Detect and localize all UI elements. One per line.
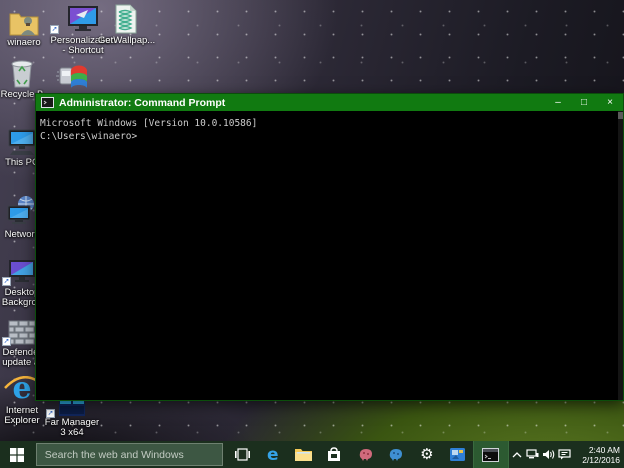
volume-tray-button[interactable] <box>541 441 557 468</box>
command-prompt-taskbar-button[interactable] <box>472 441 509 468</box>
maximize-button[interactable]: □ <box>571 94 597 111</box>
ethernet-network-icon <box>526 449 539 459</box>
photos-taskbar-button[interactable] <box>442 441 473 468</box>
window-title: Administrator: Command Prompt <box>59 96 226 109</box>
console-text: Microsoft Windows [Version 10.0.10586] C… <box>36 111 623 143</box>
pinned-app-pink-button[interactable] <box>350 441 381 468</box>
scroll-up-arrow-icon[interactable] <box>618 112 623 119</box>
desktop-icon-getwallpaper[interactable]: GetWallpap... <box>98 4 156 46</box>
pinned-app-blue-icon <box>390 449 403 461</box>
pinned-app-pink-icon <box>359 449 372 461</box>
shortcut-arrow-icon: ➚ <box>50 25 59 34</box>
window-titlebar[interactable]: Administrator: Command Prompt – □ × <box>36 94 623 111</box>
script-file-icon <box>98 4 152 34</box>
close-button[interactable]: × <box>597 94 623 111</box>
console-prompt-line: C:\Users\winaero> <box>40 131 138 142</box>
clock-date: 2/12/2016 <box>582 454 621 465</box>
vertical-scrollbar[interactable] <box>618 111 623 400</box>
start-button[interactable] <box>0 441 34 468</box>
desktop-icon-label: Internet Explorer <box>4 405 40 426</box>
action-center-tray-button[interactable] <box>556 441 572 468</box>
console-window-icon <box>41 97 54 108</box>
windows-setup-icon <box>50 60 94 94</box>
chevron-up-icon <box>512 451 522 457</box>
notification-bubble-icon <box>558 449 571 460</box>
taskbar-clock[interactable]: 2:40 AM 2/12/2016 <box>572 441 624 468</box>
edge-taskbar-button[interactable]: e <box>257 441 288 468</box>
desktop-icon-winaero[interactable]: winaero <box>0 6 48 48</box>
clock-time: 2:40 AM <box>588 444 621 455</box>
folder-user-icon <box>0 6 48 36</box>
desktop-icon-label: GetWallpap... <box>98 35 156 46</box>
console-output-area[interactable]: Microsoft Windows [Version 10.0.10586] C… <box>36 111 623 400</box>
gear-icon: ⚙ <box>420 446 434 463</box>
task-view-button[interactable] <box>227 441 258 468</box>
edge-icon: e <box>267 444 279 465</box>
recycle-bin-icon <box>0 58 44 88</box>
network-tray-button[interactable] <box>525 441 541 468</box>
taskbar-search-box[interactable] <box>35 443 223 466</box>
file-explorer-icon <box>295 449 313 461</box>
minimize-button[interactable]: – <box>545 94 571 111</box>
console-window-icon <box>482 447 500 462</box>
desktop-icon-label: winaero <box>7 37 41 48</box>
shortcut-arrow-icon: ➚ <box>2 337 11 346</box>
pinned-app-blue-button[interactable] <box>381 441 412 468</box>
shortcut-arrow-icon: ➚ <box>2 277 11 286</box>
search-input[interactable] <box>44 448 222 461</box>
desktop-icon-far-manager[interactable]: ➚ Far Manager 3 x64 <box>44 398 100 438</box>
file-explorer-taskbar-button[interactable] <box>288 441 319 468</box>
desktop-icon-label: Far Manager 3 x64 <box>44 417 100 438</box>
store-bag-icon <box>328 447 341 461</box>
windows-logo-icon <box>9 447 24 462</box>
show-hidden-icons-button[interactable] <box>509 441 525 468</box>
settings-taskbar-button[interactable]: ⚙ <box>411 441 442 468</box>
desktop-screen: winaero ➚ Personalization - Shortcut Get… <box>0 0 624 468</box>
desktop-icon-windows-setup[interactable] <box>50 60 94 96</box>
store-taskbar-button[interactable] <box>319 441 350 468</box>
speaker-icon <box>542 450 555 459</box>
command-prompt-window: Administrator: Command Prompt – □ × Micr… <box>35 93 624 401</box>
task-view-icon <box>234 448 250 461</box>
taskbar: e <box>0 441 624 468</box>
photos-app-icon <box>450 448 466 461</box>
shortcut-arrow-icon: ➚ <box>46 409 55 418</box>
console-line: Microsoft Windows [Version 10.0.10586] <box>40 118 258 129</box>
